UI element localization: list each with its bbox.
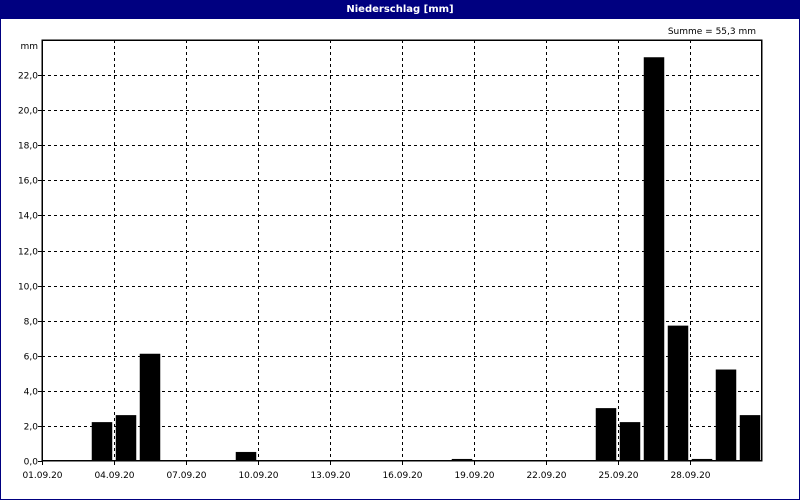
y-tick-label: 2,0 xyxy=(24,423,39,433)
x-tick-label: 07.09.20 xyxy=(166,471,206,481)
chart-window: Niederschlag [mm] 0,0 2,0 4,0 6,0 8,0 10,0 12,… xyxy=(0,0,800,500)
y-axis-label: mm xyxy=(20,42,38,52)
x-tick-label: 13.09.20 xyxy=(310,471,350,481)
sum-annotation: Summe = 55,3 mm xyxy=(668,27,756,37)
x-tick-label: 25.09.20 xyxy=(598,471,638,481)
x-tick-label: 28.09.20 xyxy=(670,471,710,481)
y-tick-label: 0,0 xyxy=(24,458,39,468)
y-tick-label: 18,0 xyxy=(18,142,38,152)
x-tick-label: 01.09.20 xyxy=(22,471,62,481)
x-tick-label: 19.09.20 xyxy=(454,471,494,481)
y-tick-label: 14,0 xyxy=(18,212,38,222)
bar xyxy=(115,415,137,462)
y-tick-label: 4,0 xyxy=(24,388,39,398)
bar xyxy=(91,422,113,462)
y-tick-label: 22,0 xyxy=(18,72,38,82)
bar xyxy=(595,408,617,462)
bar xyxy=(139,353,161,462)
x-tick-label: 10.09.20 xyxy=(238,471,278,481)
bar xyxy=(667,325,689,462)
window-title: Niederschlag [mm] xyxy=(1,1,799,19)
bar xyxy=(739,415,761,462)
x-tick-label: 22.09.20 xyxy=(526,471,566,481)
y-tick-label: 16,0 xyxy=(18,177,38,187)
bar xyxy=(235,451,257,462)
bar xyxy=(643,57,665,462)
y-tick-label: 10,0 xyxy=(18,283,38,293)
y-tick-label: 8,0 xyxy=(24,318,39,328)
precipitation-chart: 0,0 2,0 4,0 6,0 8,0 10,0 12,0 14,0 16,0 18,0 20,0 2… xyxy=(18,27,763,481)
y-tick-label: 20,0 xyxy=(18,107,38,117)
bar xyxy=(619,422,641,462)
x-tick-label: 16.09.20 xyxy=(382,471,422,481)
x-tick-label: 04.09.20 xyxy=(94,471,134,481)
bar xyxy=(715,369,737,462)
y-tick-label: 12,0 xyxy=(18,248,38,258)
y-tick-label: 6,0 xyxy=(24,353,39,363)
